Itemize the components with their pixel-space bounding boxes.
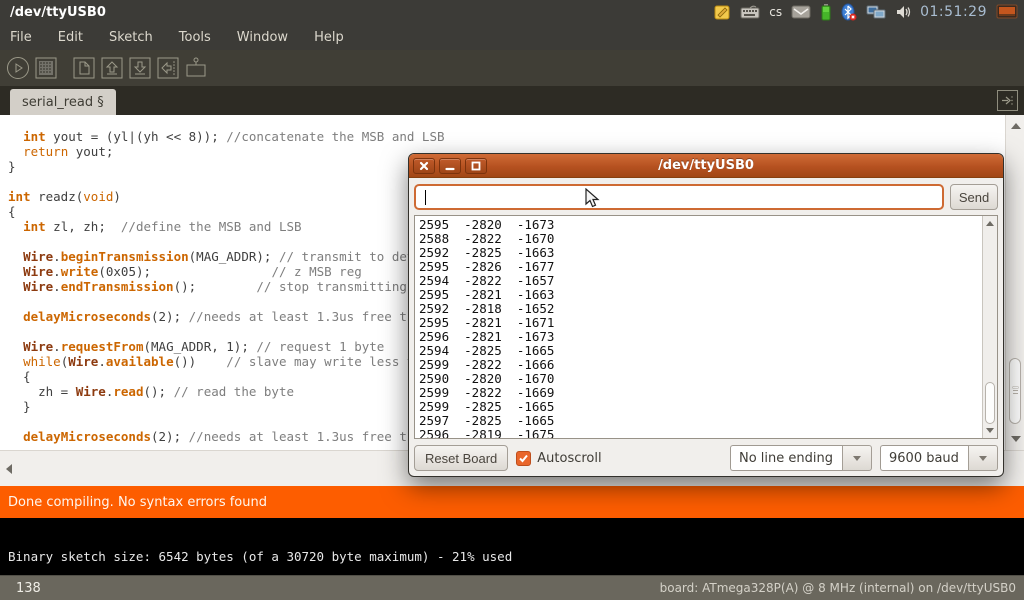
menu-window[interactable]: Window	[237, 30, 288, 45]
serial-scroll-up-icon[interactable]	[986, 221, 994, 226]
active-window-title: /dev/ttyUSB0	[6, 5, 106, 20]
serial-scroll-down-icon[interactable]	[986, 428, 994, 433]
text-caret	[425, 190, 426, 205]
maximize-button[interactable]	[465, 158, 487, 174]
chevron-down-icon	[853, 456, 861, 461]
ide-status-bar: 138 board: ATmega328P(A) @ 8 MHz (intern…	[0, 575, 1024, 600]
serial-input[interactable]	[414, 184, 944, 210]
serial-output-area[interactable]: 2595 -2820 -1673 2588 -2822 -1670 2592 -…	[414, 215, 998, 439]
baud-rate-dropdown[interactable]: 9600 baud	[880, 445, 998, 471]
stop-button[interactable]	[33, 55, 59, 81]
verify-button[interactable]	[5, 55, 31, 81]
notes-icon[interactable]	[714, 4, 731, 21]
line-ending-dropdown[interactable]: No line ending	[730, 445, 872, 471]
baud-rate-value[interactable]: 9600 baud	[880, 445, 968, 471]
scroll-left-arrow-icon[interactable]	[6, 464, 12, 474]
check-icon	[518, 453, 529, 464]
reset-board-button[interactable]: Reset Board	[414, 445, 508, 471]
cursor-line-number: 138	[8, 581, 41, 596]
menu-tools[interactable]: Tools	[179, 30, 211, 45]
serial-input-row: Send	[414, 183, 998, 211]
send-button[interactable]: Send	[950, 184, 998, 210]
tab-serial-read[interactable]: serial_read §	[10, 89, 116, 115]
scroll-up-arrow-icon[interactable]	[1011, 123, 1021, 129]
line-ending-value[interactable]: No line ending	[730, 445, 842, 471]
keyboard-layout-indicator[interactable]: cs	[769, 5, 782, 19]
serial-monitor-title: /dev/ttyUSB0	[409, 158, 1003, 173]
compile-status-bar: Done compiling. No syntax errors found	[0, 486, 1024, 518]
console-output: Binary sketch size: 6542 bytes (of a 307…	[0, 518, 1024, 575]
network-icon[interactable]	[866, 4, 886, 20]
serial-monitor-window: /dev/ttyUSB0 Send 2595 -2820 -1673 2588 …	[408, 153, 1004, 477]
chevron-down-icon	[979, 456, 987, 461]
menubar: File Edit Sketch Tools Window Help	[0, 24, 1024, 50]
editor-scrollbar-thumb[interactable]	[1009, 358, 1021, 424]
upload-button[interactable]	[155, 55, 181, 81]
keyboard-icon[interactable]	[740, 5, 760, 19]
autoscroll-label: Autoscroll	[537, 451, 601, 466]
menu-file[interactable]: File	[10, 30, 32, 45]
bluetooth-icon[interactable]	[841, 3, 857, 21]
tab-menu-button[interactable]	[997, 90, 1018, 111]
toolbar	[0, 50, 1024, 86]
board-info: board: ATmega328P(A) @ 8 MHz (internal) …	[660, 581, 1016, 595]
scroll-down-arrow-icon[interactable]	[1011, 436, 1021, 442]
system-tray: cs 01:51:29	[714, 3, 1018, 21]
tab-bar: serial_read §	[0, 86, 1024, 115]
serial-output-text: 2595 -2820 -1673 2588 -2822 -1670 2592 -…	[415, 216, 997, 439]
desktop-top-panel: /dev/ttyUSB0 cs 01:51:	[0, 0, 1024, 24]
open-sketch-button[interactable]	[99, 55, 125, 81]
mouse-cursor-icon	[583, 188, 601, 214]
editor-vertical-scrollbar[interactable]	[1005, 115, 1024, 450]
session-icon[interactable]	[996, 4, 1018, 20]
serial-output-scrollbar[interactable]	[982, 216, 997, 438]
tab-label: serial_read §	[22, 95, 104, 110]
mail-icon[interactable]	[791, 5, 811, 19]
volume-icon[interactable]	[895, 4, 911, 20]
autoscroll-checkbox[interactable]	[516, 451, 531, 466]
menu-help[interactable]: Help	[314, 30, 344, 45]
serial-monitor-body: Send 2595 -2820 -1673 2588 -2822 -1670 2…	[409, 178, 1003, 477]
serial-monitor-button[interactable]	[183, 55, 209, 81]
minimize-button[interactable]	[439, 158, 461, 174]
menu-sketch[interactable]: Sketch	[109, 30, 153, 45]
console-text: Binary sketch size: 6542 bytes (of a 307…	[8, 549, 512, 564]
serial-scrollbar-thumb[interactable]	[985, 382, 995, 424]
new-sketch-button[interactable]	[71, 55, 97, 81]
compile-message: Done compiling. No syntax errors found	[8, 495, 267, 510]
screen: /dev/ttyUSB0 cs 01:51:	[0, 0, 1024, 600]
serial-monitor-titlebar[interactable]: /dev/ttyUSB0	[409, 154, 1003, 178]
serial-monitor-controls: Reset Board Autoscroll No line ending 96…	[414, 444, 998, 472]
menu-edit[interactable]: Edit	[58, 30, 83, 45]
baud-dropdown-arrow[interactable]	[968, 445, 998, 471]
clock[interactable]: 01:51:29	[920, 4, 987, 20]
save-sketch-button[interactable]	[127, 55, 153, 81]
close-button[interactable]	[413, 158, 435, 174]
line-ending-dropdown-arrow[interactable]	[842, 445, 872, 471]
battery-icon[interactable]	[820, 3, 832, 21]
